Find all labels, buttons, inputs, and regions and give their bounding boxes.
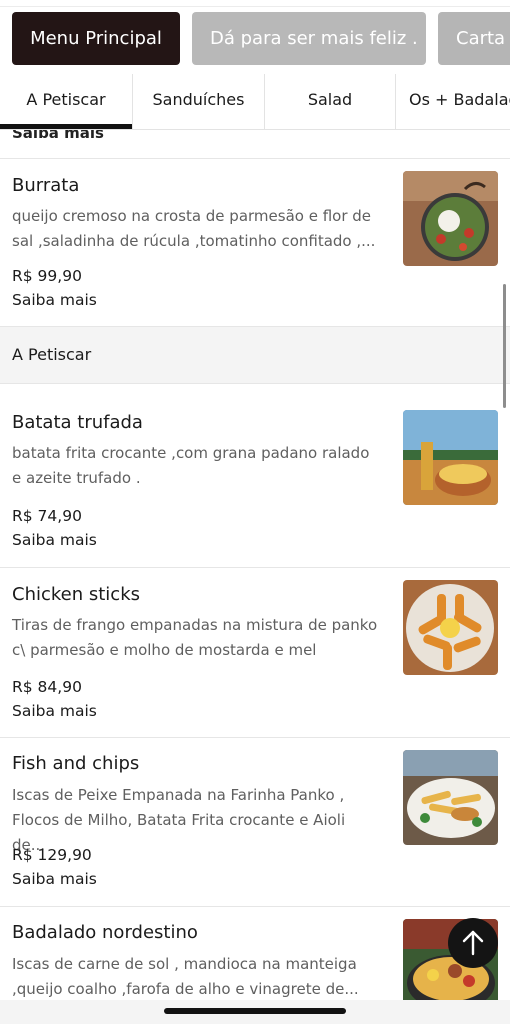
item-name: Batata trufada [12, 412, 143, 433]
home-indicator[interactable] [164, 1008, 346, 1014]
saiba-mais-link[interactable]: Saiba mais [12, 531, 97, 549]
menu-button-carta[interactable]: Carta d [438, 12, 510, 65]
item-description: queijo cremoso na crosta de parmesão e f… [12, 207, 376, 250]
burrata-salad-image[interactable] [403, 171, 498, 266]
item-description: Tiras de frango empanadas na mistura de … [12, 616, 378, 659]
saiba-mais-link[interactable]: Saiba mais [12, 702, 97, 720]
chicken-sticks-image[interactable] [403, 580, 498, 675]
menu-item[interactable]: Batata trufada batata frita crocante ,co… [0, 396, 510, 567]
item-name: Burrata [12, 175, 80, 196]
menu-item[interactable]: Fish and chips Iscas de Peixe Empanada n… [0, 737, 510, 906]
tab-salad[interactable]: Salad [264, 74, 395, 129]
section-header-a-petiscar: A Petiscar [0, 326, 510, 384]
scroll-to-top-button[interactable] [448, 918, 498, 968]
saiba-mais-link[interactable]: Saiba mais [12, 870, 97, 888]
scrollbar-thumb[interactable] [503, 284, 506, 408]
saiba-mais-link[interactable]: Saiba mais [12, 291, 97, 309]
menu-item-list[interactable]: Saiba mais Burrata queijo cremoso na cro… [0, 130, 510, 1024]
active-tab-indicator [0, 124, 132, 129]
tab-sanduiches[interactable]: Sanduíches [132, 74, 264, 129]
menu-button-mais-feliz[interactable]: Dá para ser mais feliz . [192, 12, 426, 65]
item-name: Fish and chips [12, 753, 140, 774]
section-title: A Petiscar [12, 345, 92, 364]
item-description: Iscas de carne de sol , mandioca na mant… [12, 955, 359, 998]
item-name: Badalado nordestino [12, 922, 198, 943]
fish-and-chips-image[interactable] [403, 750, 498, 845]
top-divider [0, 6, 510, 7]
category-menu-bar: Menu Principal Dá para ser mais feliz . … [0, 0, 510, 74]
tab-a-petiscar[interactable]: A Petiscar [0, 74, 132, 129]
item-name: Chicken sticks [12, 584, 140, 605]
item-price: R$ 74,90 [12, 507, 82, 525]
item-price: R$ 99,90 [12, 267, 82, 285]
truffle-fries-image[interactable] [403, 410, 498, 505]
menu-button-principal[interactable]: Menu Principal [12, 12, 180, 65]
menu-item[interactable]: Burrata queijo cremoso na crosta de parm… [0, 158, 510, 326]
section-tabs: A Petiscar Sanduíches Salad Os + Badalad… [0, 74, 510, 130]
saiba-mais-link[interactable]: Saiba mais [12, 130, 104, 142]
item-price: R$ 129,90 [12, 846, 92, 864]
tab-os-mais-badalados[interactable]: Os + Badalados [395, 74, 510, 129]
item-price: R$ 84,90 [12, 678, 82, 696]
menu-item[interactable]: Chicken sticks Tiras de frango empanadas… [0, 567, 510, 737]
item-description: batata frita crocante ,com grana padano … [12, 444, 370, 487]
arrow-up-icon [462, 930, 484, 956]
